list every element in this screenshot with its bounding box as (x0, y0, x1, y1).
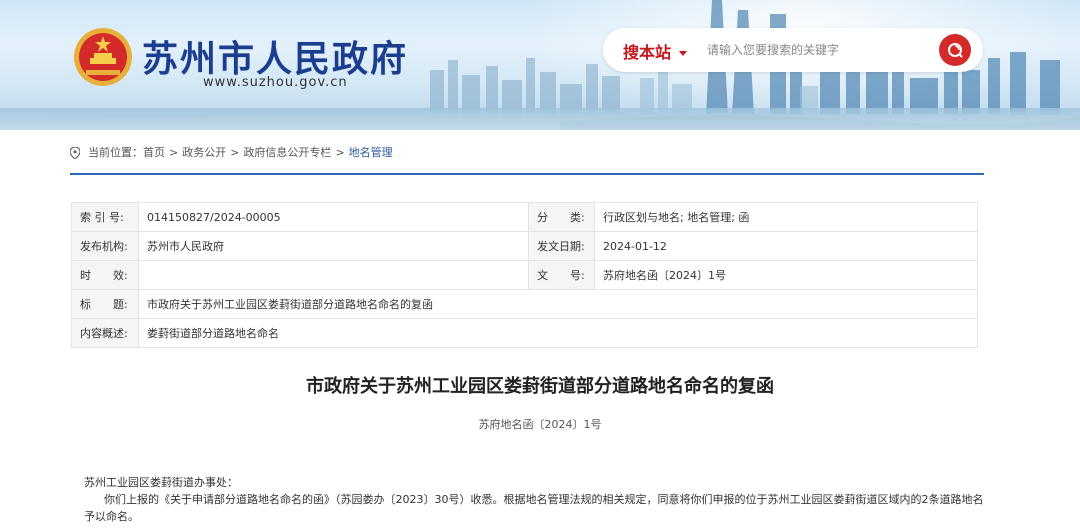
article-paragraph: 你们上报的《关于申请部分道路地名命名的函》（苏园娄办〔2023〕30号）收悉。根… (84, 493, 984, 523)
chevron-down-icon (679, 51, 688, 56)
document-info-table: 索 引 号: 014150827/2024-00005 分 类: 行政区划与地名… (71, 202, 978, 348)
breadcrumb-separator: > (230, 146, 240, 159)
location-pin-icon (70, 147, 80, 159)
category-label: 分 类: (528, 202, 595, 232)
info-row: 标 题: 市政府关于苏州工业园区娄葑街道部分道路地名命名的复函 (71, 289, 978, 319)
index-label: 索 引 号: (71, 202, 139, 232)
publisher-label: 发布机构: (71, 231, 139, 261)
summary-value: 娄葑街道部分道路地名命名 (138, 318, 978, 348)
category-value: 行政区划与地名; 地名管理; 函 (594, 202, 978, 232)
validity-value (138, 260, 529, 290)
water (0, 108, 1080, 130)
info-row: 发布机构: 苏州市人民政府 发文日期: 2024-01-12 (71, 231, 978, 261)
breadcrumb-label: 当前位置： (88, 146, 143, 159)
summary-label: 内容概述: (71, 318, 139, 348)
info-row: 索 引 号: 014150827/2024-00005 分 类: 行政区划与地名… (71, 202, 978, 232)
breadcrumb-home[interactable]: 首页 (143, 146, 165, 159)
article-title: 市政府关于苏州工业园区娄葑街道部分道路地名命名的复函 (306, 376, 774, 397)
date-value: 2024-01-12 (594, 231, 978, 261)
article-body: 苏州工业园区娄葑街道办事处： 你们上报的《关于申请部分道路地名命名的函》（苏园娄… (84, 474, 984, 525)
breadcrumb-place-name-mgmt[interactable]: 地名管理 (349, 146, 393, 159)
site-url: www.suzhou.gov.cn (203, 75, 348, 90)
date-label: 发文日期: (528, 231, 595, 261)
header-banner: 苏州市人民政府 www.suzhou.gov.cn 搜本站 (0, 0, 1080, 130)
title-label: 标 题: (71, 289, 139, 319)
national-emblem-icon (74, 28, 132, 86)
breadcrumb-separator: > (169, 146, 179, 159)
search-input[interactable] (707, 40, 927, 60)
breadcrumb-info-disclosure[interactable]: 政府信息公开专栏 (243, 146, 331, 159)
article-doc-number: 苏府地名函〔2024〕1号 (478, 418, 602, 431)
search-scope-dropdown[interactable]: 搜本站 (623, 39, 688, 63)
title-value: 市政府关于苏州工业园区娄葑街道部分道路地名命名的复函 (138, 289, 978, 319)
divider (70, 173, 984, 175)
publisher-value: 苏州市人民政府 (138, 231, 529, 261)
search-icon (948, 43, 963, 58)
docno-value: 苏府地名函〔2024〕1号 (594, 260, 978, 290)
info-row: 内容概述: 娄葑街道部分道路地名命名 (71, 318, 978, 348)
index-value: 014150827/2024-00005 (138, 202, 529, 232)
breadcrumb-gov-affairs[interactable]: 政务公开 (182, 146, 226, 159)
search-box: 搜本站 (603, 28, 983, 72)
info-row: 时 效: 文 号: 苏府地名函〔2024〕1号 (71, 260, 978, 290)
breadcrumb: 当前位置：首页 > 政务公开 > 政府信息公开专栏 > 地名管理 (70, 145, 393, 161)
search-scope-label: 搜本站 (623, 43, 672, 62)
search-button[interactable] (939, 34, 971, 66)
validity-label: 时 效: (71, 260, 139, 290)
docno-label: 文 号: (528, 260, 595, 290)
breadcrumb-separator: > (335, 146, 345, 159)
article-salutation: 苏州工业园区娄葑街道办事处： (84, 476, 238, 489)
